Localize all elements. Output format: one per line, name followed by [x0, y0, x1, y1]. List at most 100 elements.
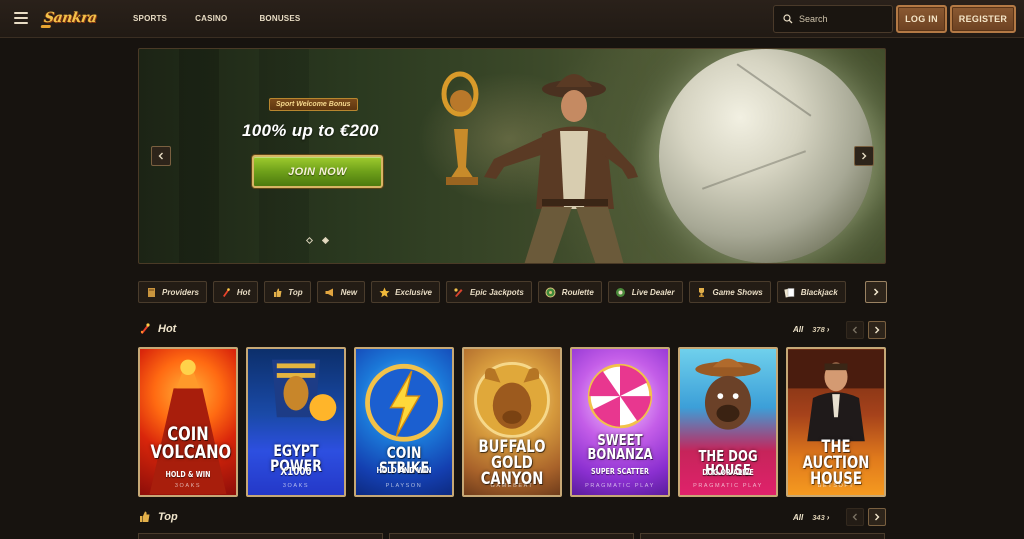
game-card-the-dog-house[interactable]: THE DOG HOUSE DOG OR ALIVE PRAGMATIC PLA… — [678, 347, 778, 497]
chevron-left-icon — [852, 513, 857, 521]
category-label: New — [340, 287, 358, 297]
category-hot[interactable]: Hot — [212, 281, 259, 303]
chevron-right-icon — [862, 152, 867, 160]
category-label: Top — [288, 287, 303, 297]
hot-prev-button[interactable] — [846, 321, 864, 339]
game-card-egypt-power[interactable]: EGYPT POWER X1000 3OAKS — [246, 347, 346, 497]
category-providers[interactable]: Providers — [138, 281, 207, 303]
category-label: Exclusive — [395, 287, 432, 297]
game-provider: BETSOFT — [817, 483, 855, 489]
game-subtitle: HOLD AND WIN — [376, 466, 432, 475]
chevron-right-icon — [875, 326, 880, 334]
game-card[interactable] — [640, 533, 885, 539]
banner-pagination — [305, 236, 339, 245]
category-new[interactable]: New — [316, 281, 366, 303]
promo-badge: Sport Welcome Bonus — [269, 98, 358, 111]
nav-sports[interactable]: SPORTS — [133, 14, 167, 23]
game-provider: PRAGMATIC PLAY — [693, 483, 763, 489]
search-box[interactable] — [773, 5, 893, 33]
promo-banner[interactable]: Sport Welcome Bonus 100% up to €200 JOIN… — [138, 48, 886, 264]
see-all-top-link[interactable]: All 343 › — [793, 513, 829, 522]
game-card-coin-strike[interactable]: COIN STRIKE HOLD AND WIN PLAYSON — [354, 347, 454, 497]
game-subtitle: SUPER SCATTER — [591, 467, 649, 476]
site-logo[interactable]: Sankra — [42, 6, 107, 30]
category-label: Epic Jackpots — [469, 287, 524, 297]
nav-bonuses[interactable]: BONUSES — [259, 14, 300, 23]
section-title-hot: Hot — [138, 322, 176, 335]
chevron-right-icon — [873, 288, 879, 296]
thumbs-up-icon — [271, 286, 283, 298]
category-exclusive[interactable]: Exclusive — [371, 281, 440, 303]
promo-title: 100% up to €200 — [242, 121, 379, 140]
game-provider: GAMEBEAT — [490, 483, 534, 489]
game-card-the-auction-house[interactable]: THE AUCTION HOUSE BETSOFT — [786, 347, 886, 497]
banner-dot-1[interactable] — [305, 236, 314, 245]
game-title: SWEET BONANZA — [587, 431, 653, 464]
game-title: THE AUCTION HOUSE — [802, 437, 870, 490]
fire-icon — [220, 286, 232, 298]
join-now-button[interactable]: JOIN NOW — [252, 155, 383, 188]
cards-icon — [784, 286, 796, 298]
game-subtitle: X1000 — [280, 465, 312, 478]
game-card[interactable] — [389, 533, 634, 539]
category-epic-jackpots[interactable]: Epic Jackpots — [445, 281, 532, 303]
see-all-hot-link[interactable]: All 378 › — [793, 325, 829, 334]
game-card-coin-volcano[interactable]: COIN VOLCANO HOLD & WIN 3OAKS — [138, 347, 238, 497]
game-card[interactable] — [138, 533, 383, 539]
top-prev-button[interactable] — [846, 508, 864, 526]
main-nav: SPORTS CASINO BONUSES — [133, 14, 300, 23]
category-game-shows[interactable]: Game Shows — [688, 281, 771, 303]
star-icon — [378, 286, 390, 298]
menu-icon[interactable] — [14, 12, 28, 24]
section-title-top: Top — [138, 510, 178, 523]
game-provider: PLAYSON — [385, 483, 423, 489]
category-top[interactable]: Top — [264, 281, 311, 303]
megaphone-icon — [324, 286, 336, 298]
fire-icon — [138, 322, 151, 335]
category-label: Blackjack — [800, 287, 838, 297]
category-live-dealer[interactable]: Live Dealer — [607, 281, 683, 303]
chevron-right-icon: › — [826, 325, 830, 334]
game-count: 378 — [812, 325, 825, 334]
banner-prev-button[interactable] — [151, 146, 171, 166]
category-blackjack[interactable]: Blackjack — [776, 281, 846, 303]
chevron-right-icon — [875, 513, 880, 521]
book-icon — [145, 286, 157, 298]
category-label: Live Dealer — [631, 287, 675, 297]
chevron-right-icon: › — [826, 513, 830, 522]
jackpot-icon — [453, 286, 465, 298]
section-title-text: Hot — [158, 322, 177, 335]
game-title: COIN VOLCANO — [150, 423, 232, 464]
category-label: Hot — [236, 287, 251, 297]
banner-dot-2[interactable] — [321, 236, 330, 245]
nav-casino[interactable]: CASINO — [195, 14, 227, 23]
category-label: Roulette — [561, 287, 594, 297]
top-next-button[interactable] — [868, 508, 886, 526]
section-title-text: Top — [158, 510, 178, 523]
see-all-label: All — [793, 325, 804, 334]
see-all-label: All — [793, 513, 804, 522]
game-card-buffalo-gold-canyon[interactable]: BUFFALO GOLD CANYON GAMEBEAT — [462, 347, 562, 497]
hot-next-button[interactable] — [868, 321, 886, 339]
category-label: Providers — [162, 287, 199, 297]
trophy-icon — [696, 286, 708, 298]
live-dealer-icon — [615, 286, 627, 298]
banner-next-button[interactable] — [854, 146, 874, 166]
hot-games-row: COIN VOLCANO HOLD & WIN 3OAKS EGYPT POWE… — [138, 347, 894, 497]
chevron-left-icon — [158, 152, 163, 160]
login-button[interactable]: LOG IN — [896, 5, 947, 33]
top-games-row — [138, 533, 891, 539]
top-header: Sankra SPORTS CASINO BONUSES LOG IN REGI… — [0, 0, 1024, 38]
game-provider: PRAGMATIC PLAY — [585, 483, 655, 489]
category-bar: Providers Hot Top New Exclusive Epic Jac… — [138, 281, 887, 303]
category-roulette[interactable]: Roulette — [537, 281, 602, 303]
explorer-illustration — [441, 71, 638, 263]
search-icon — [783, 14, 793, 24]
search-input[interactable] — [799, 14, 884, 24]
register-button[interactable]: REGISTER — [950, 5, 1016, 33]
game-subtitle: DOG OR ALIVE — [702, 468, 754, 477]
game-card-sweet-bonanza[interactable]: SWEET BONANZA SUPER SCATTER PRAGMATIC PL… — [570, 347, 670, 497]
thumbs-up-icon — [138, 510, 151, 523]
category-label: Game Shows — [712, 287, 763, 297]
categories-next-button[interactable] — [865, 281, 887, 303]
